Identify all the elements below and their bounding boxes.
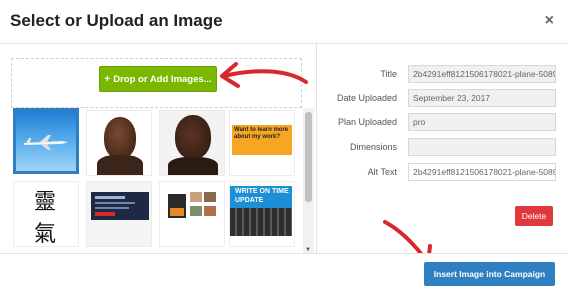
calligraphy-glyph-top: 靈 <box>34 190 57 215</box>
thumbnail-learn-more-graphic[interactable]: Want to learn more about my work? <box>229 110 295 176</box>
dimensions-label: Dimensions <box>349 142 397 152</box>
modal-title: Select or Upload an Image <box>10 11 223 30</box>
typewriter-image <box>230 208 292 236</box>
upload-dropzone[interactable]: + Drop or Add Images... <box>11 58 302 108</box>
dimensions-field <box>408 138 556 156</box>
insert-image-button[interactable]: Insert Image into Campaign <box>424 262 555 286</box>
thumbnail-scrollbar[interactable]: ▼ <box>303 108 314 253</box>
learn-more-headline: Want to learn more about my work? <box>234 127 289 140</box>
title-field: 2b4291eff8121506178021-plane-50893 <box>408 65 556 83</box>
drop-or-add-images-button[interactable]: + Drop or Add Images... <box>99 66 217 92</box>
thumbnail-portrait-woman-1[interactable] <box>86 110 152 176</box>
modal-header: Select or Upload an Image × <box>0 0 568 44</box>
write-on-time-line2: UPDATE <box>235 197 264 204</box>
plan-uploaded-field: pro <box>408 113 556 131</box>
portrait-image <box>175 115 211 159</box>
alt-text-input[interactable]: 2b4291eff8121506178021-plane-50893 <box>408 163 556 181</box>
plan-uploaded-label: Plan Uploaded <box>337 117 397 127</box>
thumbnail-portrait-woman-2[interactable] <box>159 110 225 176</box>
airplane-image <box>24 135 68 150</box>
portrait-image <box>104 117 136 159</box>
thumbnail-airplane[interactable] <box>13 108 79 174</box>
date-uploaded-label: Date Uploaded <box>336 93 397 103</box>
thumbnail-write-on-time-graphic[interactable]: WRITE ON TIME UPDATE <box>229 181 295 247</box>
date-uploaded-field: September 23, 2017 <box>408 89 556 107</box>
alt-text-label: Alt Text <box>367 167 397 177</box>
thumbnail-brochure-collage[interactable] <box>159 181 225 247</box>
write-on-time-line1: WRITE ON TIME <box>235 188 289 195</box>
modal-footer: Insert Image into Campaign <box>0 253 568 291</box>
close-icon[interactable]: × <box>545 12 554 30</box>
calligraphy-glyph-bottom: 氣 <box>34 222 57 247</box>
image-details-pane: Title 2b4291eff8121506178021-plane-50893… <box>318 44 568 253</box>
thumbnail-infographic[interactable] <box>86 181 152 247</box>
plus-icon: + <box>104 73 111 85</box>
image-library-pane: + Drop or Add Images... Want to learn mo… <box>0 44 317 253</box>
thumbnail-calligraphy[interactable]: 靈 氣 <box>13 181 79 247</box>
title-label: Title <box>380 69 397 79</box>
drop-or-add-images-label: Drop or Add Images... <box>113 73 212 85</box>
delete-button[interactable]: Delete <box>515 206 553 226</box>
scrollbar-thumb[interactable] <box>305 112 312 202</box>
